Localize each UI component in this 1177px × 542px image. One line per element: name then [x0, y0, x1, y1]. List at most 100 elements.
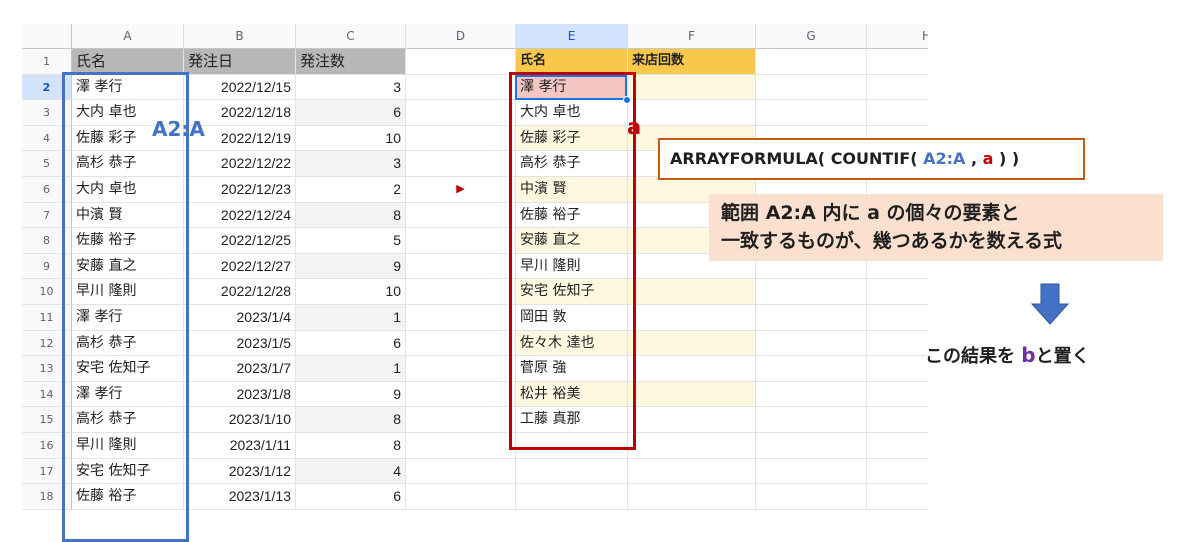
cell-h10[interactable] — [867, 279, 928, 305]
column-header-a[interactable]: A — [72, 24, 184, 49]
cell-h14[interactable] — [867, 382, 928, 408]
cell-c11[interactable]: 1 — [296, 305, 406, 331]
cell-b17[interactable]: 2023/1/12 — [184, 458, 296, 485]
row-header-15[interactable]: 15 — [22, 407, 72, 433]
column-header-g[interactable]: G — [756, 24, 867, 49]
cell-d3[interactable] — [406, 100, 516, 126]
column-header-b[interactable]: B — [184, 24, 296, 49]
cell-d15[interactable] — [406, 407, 516, 433]
row-header-14[interactable]: 14 — [22, 381, 72, 408]
cell-a7[interactable]: 中濱 賢 — [72, 202, 184, 229]
cell-d6-marker[interactable]: ▶ — [406, 177, 516, 203]
cell-a18[interactable]: 佐藤 裕子 — [72, 484, 184, 510]
cell-b12[interactable]: 2023/1/5 — [184, 330, 296, 357]
cell-e6[interactable]: 中濱 賢 — [516, 177, 628, 203]
cell-e14[interactable]: 松井 裕美 — [516, 381, 628, 408]
cell-d14[interactable] — [406, 381, 516, 408]
cell-g11[interactable] — [756, 305, 867, 331]
cell-d13[interactable] — [406, 356, 516, 382]
cell-h12[interactable] — [867, 331, 928, 357]
cell-d5[interactable] — [406, 151, 516, 177]
cell-d8[interactable] — [406, 228, 516, 254]
cell-a15[interactable]: 高杉 恭子 — [72, 407, 184, 433]
cell-c14[interactable]: 9 — [296, 381, 406, 408]
cell-h2[interactable] — [867, 75, 928, 101]
cell-c17[interactable]: 4 — [296, 458, 406, 485]
cell-e17[interactable] — [516, 458, 628, 485]
cell-c7[interactable]: 8 — [296, 202, 406, 229]
cell-b18[interactable]: 2023/1/13 — [184, 484, 296, 510]
row-header-4[interactable]: 4 — [22, 125, 72, 152]
cell-c3[interactable]: 6 — [296, 100, 406, 126]
row-header-1[interactable]: 1 — [22, 49, 72, 75]
cell-h11[interactable] — [867, 305, 928, 331]
cell-h1[interactable] — [867, 49, 928, 75]
cell-b15[interactable]: 2023/1/10 — [184, 407, 296, 433]
row-header-12[interactable]: 12 — [22, 330, 72, 357]
cell-e5[interactable]: 高杉 恭子 — [516, 151, 628, 177]
cell-g2[interactable] — [756, 74, 867, 101]
cell-d11[interactable] — [406, 305, 516, 331]
spreadsheet-grid[interactable]: A B C D E F G H 1 氏名 発注日 発注数 氏名 来店回数 2 澤 孝行 2022/12/15 3 澤… — [22, 24, 928, 536]
cell-a8[interactable]: 佐藤 裕子 — [72, 228, 184, 254]
cell-c6[interactable]: 2 — [296, 177, 406, 203]
column-header-f[interactable]: F — [628, 24, 756, 49]
cell-c10[interactable]: 10 — [296, 279, 406, 305]
cell-g3[interactable] — [756, 100, 867, 126]
cell-b1[interactable]: 発注日 — [184, 49, 296, 75]
column-header-d[interactable]: D — [406, 24, 516, 49]
cell-e9[interactable]: 早川 隆則 — [516, 253, 628, 280]
cell-h13[interactable] — [867, 356, 928, 382]
cell-e12[interactable]: 佐々木 達也 — [516, 330, 628, 357]
row-header-7[interactable]: 7 — [22, 202, 72, 229]
cell-b13[interactable]: 2023/1/7 — [184, 356, 296, 382]
cell-h3[interactable] — [867, 100, 928, 126]
cell-c13[interactable]: 1 — [296, 356, 406, 382]
cell-c4[interactable]: 10 — [296, 125, 406, 152]
select-all-corner[interactable] — [22, 24, 72, 49]
cell-c8[interactable]: 5 — [296, 228, 406, 254]
cell-e16[interactable] — [516, 433, 628, 459]
cell-a5[interactable]: 高杉 恭子 — [72, 151, 184, 177]
cell-d12[interactable] — [406, 330, 516, 357]
cell-a11[interactable]: 澤 孝行 — [72, 305, 184, 331]
row-header-13[interactable]: 13 — [22, 356, 72, 382]
cell-b2[interactable]: 2022/12/15 — [184, 74, 296, 101]
cell-a2[interactable]: 澤 孝行 — [72, 74, 184, 101]
cell-e3[interactable]: 大内 卓也 — [516, 100, 628, 126]
cell-d10[interactable] — [406, 279, 516, 305]
cell-g17[interactable] — [756, 458, 867, 485]
column-header-h[interactable]: H — [867, 24, 928, 49]
cell-d16[interactable] — [406, 433, 516, 459]
row-header-8[interactable]: 8 — [22, 228, 72, 254]
cell-c16[interactable]: 8 — [296, 433, 406, 459]
cell-f13[interactable] — [628, 356, 756, 382]
cell-c1[interactable]: 発注数 — [296, 49, 406, 75]
cell-b16[interactable]: 2023/1/11 — [184, 433, 296, 459]
cell-h18[interactable] — [867, 484, 928, 510]
cell-d7[interactable] — [406, 202, 516, 229]
cell-a13[interactable]: 安宅 佐知子 — [72, 356, 184, 382]
row-header-5[interactable]: 5 — [22, 151, 72, 177]
row-header-10[interactable]: 10 — [22, 279, 72, 305]
cell-d2[interactable] — [406, 74, 516, 101]
cell-e7[interactable]: 佐藤 裕子 — [516, 202, 628, 229]
cell-f11[interactable] — [628, 305, 756, 331]
row-header-6[interactable]: 6 — [22, 177, 72, 203]
cell-d4[interactable] — [406, 125, 516, 152]
row-header-18[interactable]: 18 — [22, 484, 72, 510]
cell-d1[interactable] — [406, 49, 516, 75]
cell-b6[interactable]: 2022/12/23 — [184, 177, 296, 203]
cell-f2[interactable] — [628, 74, 756, 101]
cell-a12[interactable]: 高杉 恭子 — [72, 330, 184, 357]
row-header-3[interactable]: 3 — [22, 100, 72, 126]
cell-c5[interactable]: 3 — [296, 151, 406, 177]
cell-e15[interactable]: 工藤 真那 — [516, 407, 628, 433]
cell-d17[interactable] — [406, 458, 516, 485]
cell-g15[interactable] — [756, 407, 867, 433]
cell-a17[interactable]: 安宅 佐知子 — [72, 458, 184, 485]
column-header-c[interactable]: C — [296, 24, 406, 49]
cell-g14[interactable] — [756, 381, 867, 408]
cell-f3[interactable] — [628, 100, 756, 126]
cell-c9[interactable]: 9 — [296, 253, 406, 280]
